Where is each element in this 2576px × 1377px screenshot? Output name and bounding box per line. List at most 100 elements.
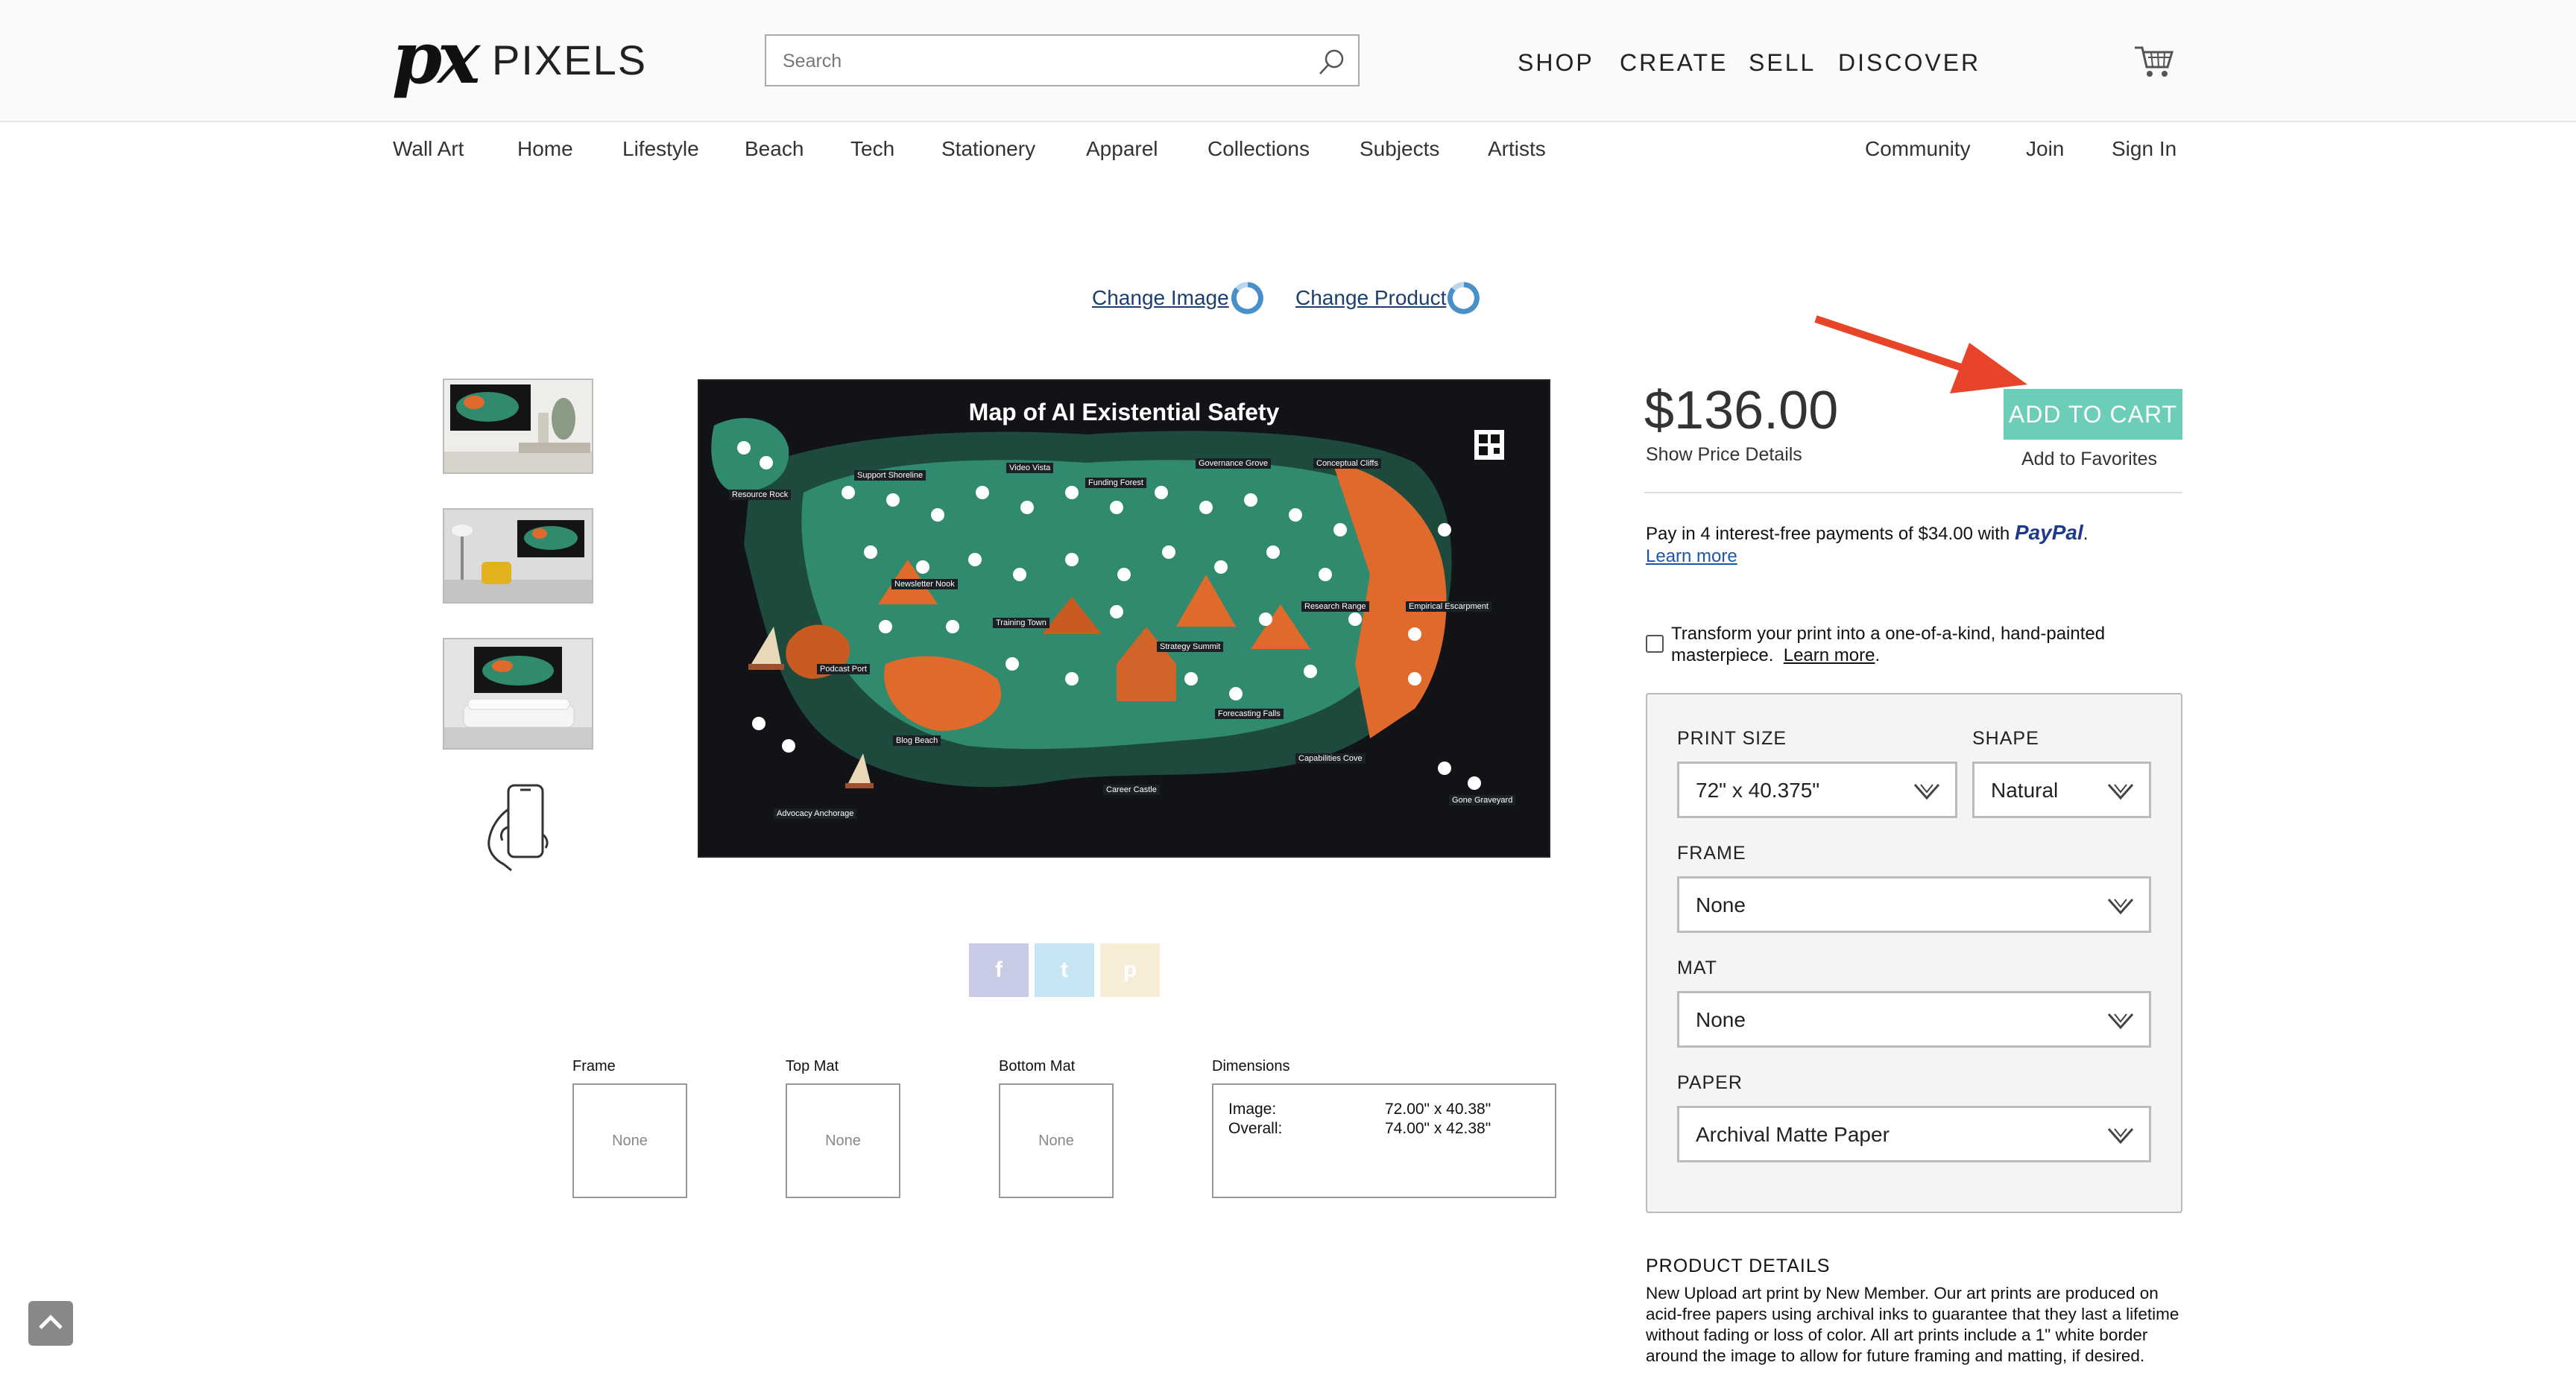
mat-value: None	[1696, 1008, 1746, 1031]
hand-painted-text: Transform your print into a one-of-a-kin…	[1671, 624, 2106, 665]
mat-label: MAT	[1677, 957, 1717, 978]
community-link[interactable]: Community	[1865, 134, 1971, 164]
chevron-down-icon	[1913, 784, 1940, 800]
product-details-title: PRODUCT DETAILS	[1646, 1256, 1831, 1276]
category-wall-art[interactable]: Wall Art	[393, 134, 464, 164]
print-size-label: PRINT SIZE	[1677, 728, 1787, 749]
thumbnail-room-3[interactable]	[443, 638, 593, 750]
price: $136.00	[1644, 381, 1839, 440]
product-details-text: New Upload art print by New Member. Our …	[1646, 1284, 2179, 1365]
frame-preview: None	[572, 1083, 687, 1198]
dimensions-box: Image: 72.00" x 40.38" Overall: 74.00" x…	[1212, 1083, 1556, 1198]
category-subjects[interactable]: Subjects	[1360, 134, 1439, 164]
paper-value: Archival Matte Paper	[1696, 1123, 1890, 1146]
map-label: Support Shoreline	[854, 470, 926, 481]
room-thumbnail-image	[444, 510, 592, 602]
hand-painted-checkbox[interactable]	[1646, 635, 1664, 653]
facebook-share-button[interactable]: f	[969, 943, 1029, 997]
overall-dimension-value: 74.00" x 42.38"	[1385, 1120, 1491, 1137]
paypal-logo: PayPal	[2015, 521, 2083, 544]
map-label: Funding Forest	[1085, 478, 1146, 488]
thumbnail-room-2[interactable]	[443, 508, 593, 604]
print-size-select[interactable]: 72" x 40.375"	[1677, 762, 1957, 818]
overall-dimension-label: Overall:	[1228, 1120, 1283, 1137]
map-label: Forecasting Falls	[1215, 709, 1284, 719]
chevron-down-icon	[2107, 899, 2134, 915]
refresh-icon[interactable]	[1445, 279, 1483, 317]
frame-select[interactable]: None	[1677, 876, 2151, 933]
map-label: Video Vista	[1006, 463, 1054, 473]
map-label: Resource Rock	[729, 490, 792, 500]
nav-discover[interactable]: DISCOVER	[1838, 48, 1980, 77]
category-home[interactable]: Home	[517, 134, 573, 164]
category-apparel[interactable]: Apparel	[1086, 134, 1158, 164]
map-label: Blog Beach	[893, 735, 941, 746]
map-label: Gone Graveyard	[1449, 795, 1516, 805]
join-link[interactable]: Join	[2026, 134, 2064, 164]
paper-select[interactable]: Archival Matte Paper	[1677, 1106, 2151, 1162]
logo-text[interactable]: PIXELS	[492, 36, 647, 85]
map-label: Newsletter Nook	[891, 579, 958, 589]
map-label: Training Town	[993, 618, 1049, 628]
hand-painted-learn-more-link[interactable]: Learn more	[1784, 645, 1875, 665]
frame-label: FRAME	[1677, 843, 1746, 864]
paypal-text: Pay in 4 interest-free payments of $34.0…	[1646, 524, 2010, 544]
chevron-up-icon	[39, 1314, 63, 1329]
map-label: Research Range	[1301, 601, 1369, 612]
change-product-link[interactable]: Change Product	[1295, 285, 1446, 311]
paper-label: PAPER	[1677, 1072, 1743, 1093]
paypal-learn-more-link[interactable]: Learn more	[1646, 545, 1737, 568]
options-panel: PRINT SIZE 72" x 40.375" SHAPE Natural F…	[1646, 693, 2182, 1213]
add-to-cart-button[interactable]: ADD TO CART	[2004, 389, 2182, 440]
cart-icon[interactable]	[2133, 43, 2175, 79]
image-dimension-label: Image:	[1228, 1101, 1277, 1118]
twitter-share-button[interactable]: t	[1035, 943, 1094, 997]
search-icon[interactable]	[1316, 46, 1348, 77]
category-collections[interactable]: Collections	[1208, 134, 1310, 164]
frame-summary-label: Frame	[572, 1058, 616, 1074]
back-to-top-button[interactable]	[28, 1301, 73, 1346]
nav-shop[interactable]: SHOP	[1518, 48, 1594, 77]
room-thumbnail-image	[444, 380, 592, 472]
hand-painted-label: Transform your print into a one-of-a-kin…	[1671, 624, 2106, 665]
artwork-image[interactable]: Map of AI Existential Safety Support Sho…	[698, 379, 1550, 858]
phone-hand-icon[interactable]	[483, 782, 558, 873]
search-box	[765, 34, 1360, 86]
nav-create[interactable]: CREATE	[1620, 48, 1728, 77]
top-mat-preview: None	[786, 1083, 900, 1198]
shape-value: Natural	[1991, 779, 2059, 802]
red-arrow-icon	[1814, 315, 2027, 393]
logo-mark[interactable]: px	[392, 21, 480, 95]
change-image-link[interactable]: Change Image	[1092, 285, 1229, 311]
shape-label: SHAPE	[1972, 728, 2039, 749]
print-size-value: 72" x 40.375"	[1696, 779, 1820, 802]
sign-in-link[interactable]: Sign In	[2112, 134, 2176, 164]
category-tech[interactable]: Tech	[850, 134, 894, 164]
room-thumbnail-image	[444, 639, 592, 748]
thumbnail-room-1[interactable]	[443, 379, 593, 474]
paypal-logo-text: PayPal	[2014, 521, 2083, 544]
nav-sell[interactable]: SELL	[1749, 48, 1816, 77]
map-label: Conceptual Cliffs	[1313, 458, 1381, 469]
map-label: Governance Grove	[1196, 458, 1271, 469]
search-input[interactable]	[781, 45, 1306, 77]
paypal-message: Pay in 4 interest-free payments of $34.0…	[1646, 522, 2088, 545]
top-mat-summary-label: Top Mat	[786, 1058, 839, 1074]
pinterest-share-button[interactable]: p	[1100, 943, 1160, 997]
category-beach[interactable]: Beach	[745, 134, 804, 164]
mat-select[interactable]: None	[1677, 991, 2151, 1048]
bottom-mat-summary-label: Bottom Mat	[999, 1058, 1076, 1074]
category-stationery[interactable]: Stationery	[941, 134, 1035, 164]
divider	[1644, 492, 2182, 493]
shape-select[interactable]: Natural	[1972, 762, 2151, 818]
map-label: Empirical Escarpment	[1406, 601, 1491, 612]
chevron-down-icon	[2107, 1128, 2134, 1145]
add-to-favorites-link[interactable]: Add to Favorites	[2021, 447, 2157, 471]
show-price-details-link[interactable]: Show Price Details	[1646, 443, 1802, 466]
artwork-title: Map of AI Existential Safety	[968, 399, 1280, 425]
category-artists[interactable]: Artists	[1488, 134, 1546, 164]
image-dimension-value: 72.00" x 40.38"	[1385, 1101, 1491, 1118]
map-label: Strategy Summit	[1157, 642, 1224, 652]
refresh-icon[interactable]	[1228, 279, 1267, 317]
category-lifestyle[interactable]: Lifestyle	[622, 134, 699, 164]
